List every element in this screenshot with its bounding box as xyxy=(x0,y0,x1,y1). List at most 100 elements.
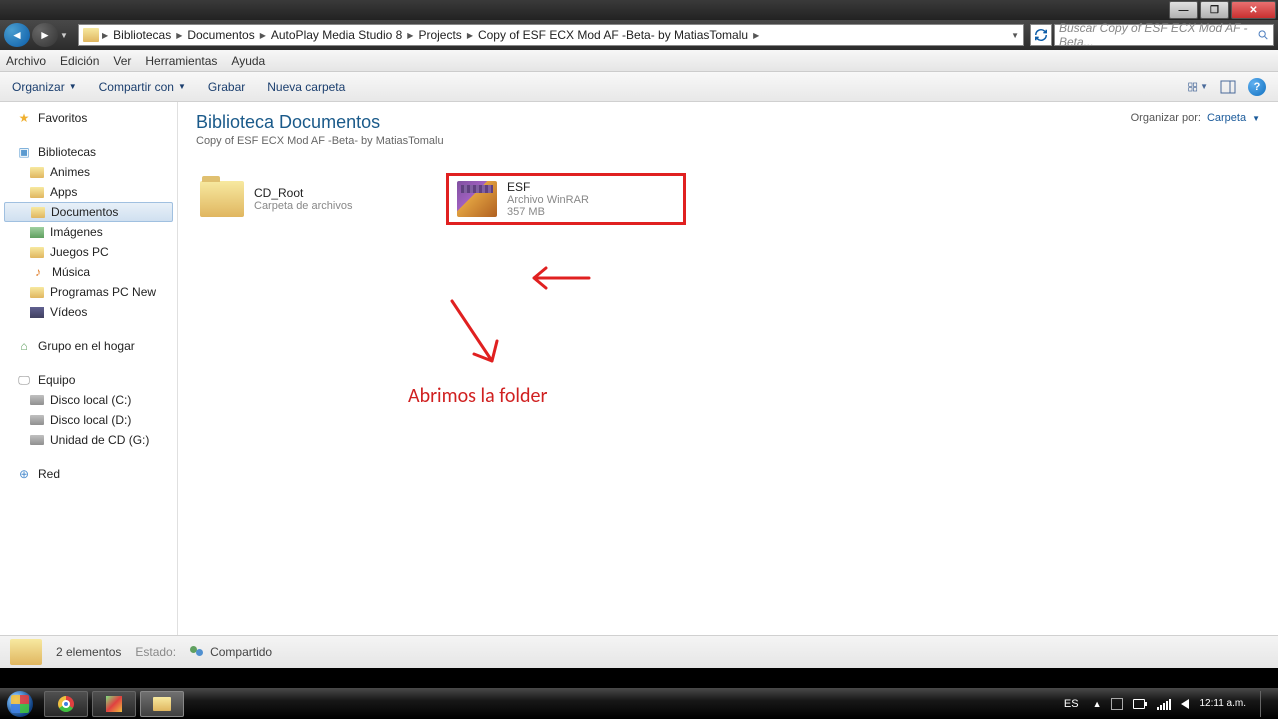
homegroup-icon: ⌂ xyxy=(16,338,32,354)
annotation-arrow-left xyxy=(524,258,594,298)
sidebar-item-programas[interactable]: Programas PC New xyxy=(0,282,177,302)
item-count: 2 elementos xyxy=(56,645,121,659)
breadcrumb[interactable]: Copy of ESF ECX Mod AF -Beta- by MatiasT… xyxy=(476,28,750,42)
new-folder-button[interactable]: Nueva carpeta xyxy=(267,80,345,94)
file-size: 357 MB xyxy=(507,206,589,218)
libraries-icon: ▣ xyxy=(16,144,32,160)
clock[interactable]: 12:11 a.m. xyxy=(1199,698,1246,709)
view-options-button[interactable]: ▼ xyxy=(1188,77,1208,97)
breadcrumb[interactable]: Bibliotecas xyxy=(111,28,173,42)
pictures-icon xyxy=(30,227,44,238)
sidebar-item-documentos[interactable]: Documentos xyxy=(4,202,173,222)
sidebar-homegroup[interactable]: ⌂Grupo en el hogar xyxy=(0,336,177,356)
wifi-icon[interactable] xyxy=(1157,698,1171,710)
address-bar[interactable]: ▶ Bibliotecas▶ Documentos▶ AutoPlay Medi… xyxy=(78,24,1024,46)
help-button[interactable]: ? xyxy=(1248,78,1266,96)
refresh-button[interactable] xyxy=(1030,24,1052,46)
sidebar-item-juegos[interactable]: Juegos PC xyxy=(0,242,177,262)
maximize-button[interactable]: ❐ xyxy=(1200,1,1229,19)
sidebar-favorites[interactable]: ★Favoritos xyxy=(0,108,177,128)
network-icon: ⊕ xyxy=(16,466,32,482)
computer-icon: 🖵 xyxy=(16,372,32,388)
taskbar-app[interactable] xyxy=(92,691,136,717)
folder-icon xyxy=(31,207,45,218)
state-value: Compartido xyxy=(190,645,272,659)
file-item-cdroot[interactable]: CD_Root Carpeta de archivos xyxy=(196,173,416,225)
sidebar-item-musica[interactable]: ♪Música xyxy=(0,262,177,282)
content-pane: Biblioteca Documentos Copy of ESF ECX Mo… xyxy=(178,102,1278,635)
folder-icon xyxy=(30,187,44,198)
file-type: Carpeta de archivos xyxy=(254,200,352,212)
sidebar-item-animes[interactable]: Animes xyxy=(0,162,177,182)
state-label: Estado: xyxy=(135,645,176,659)
folder-icon xyxy=(30,167,44,178)
breadcrumb[interactable]: AutoPlay Media Studio 8 xyxy=(269,28,404,42)
drive-icon xyxy=(30,415,44,425)
folder-icon xyxy=(30,287,44,298)
navigation-bar: ◄ ► ▼ ▶ Bibliotecas▶ Documentos▶ AutoPla… xyxy=(0,20,1278,50)
minimize-button[interactable]: — xyxy=(1169,1,1198,19)
sidebar-drive-g[interactable]: Unidad de CD (G:) xyxy=(0,430,177,450)
preview-pane-button[interactable] xyxy=(1218,77,1238,97)
explorer-icon xyxy=(153,697,171,711)
sidebar-drive-d[interactable]: Disco local (D:) xyxy=(0,410,177,430)
menu-bar: Archivo Edición Ver Herramientas Ayuda xyxy=(0,50,1278,72)
annotation-text: Abrimos la folder xyxy=(408,384,547,408)
library-title: Biblioteca Documentos xyxy=(196,112,444,133)
back-button[interactable]: ◄ xyxy=(4,23,30,47)
tray-expand[interactable]: ▲ xyxy=(1093,699,1102,709)
folder-icon xyxy=(83,28,99,42)
start-button[interactable] xyxy=(0,688,40,719)
sidebar-item-videos[interactable]: Vídeos xyxy=(0,302,177,322)
search-input[interactable]: Buscar Copy of ESF ECX Mod AF -Beta... xyxy=(1054,24,1274,46)
share-button[interactable]: Compartir con▼ xyxy=(99,80,186,94)
menu-edicion[interactable]: Edición xyxy=(60,54,99,68)
library-subtitle: Copy of ESF ECX Mod AF -Beta- by MatiasT… xyxy=(196,135,444,147)
drive-icon xyxy=(30,395,44,405)
music-icon: ♪ xyxy=(30,264,46,280)
power-icon[interactable] xyxy=(1133,699,1147,709)
address-dropdown[interactable]: ▼ xyxy=(1011,31,1019,40)
history-dropdown[interactable]: ▼ xyxy=(60,31,72,40)
video-icon xyxy=(30,307,44,318)
close-button[interactable]: ✕ xyxy=(1231,1,1276,19)
menu-herramientas[interactable]: Herramientas xyxy=(145,54,217,68)
menu-ver[interactable]: Ver xyxy=(113,54,131,68)
shared-icon xyxy=(190,646,206,658)
organize-button[interactable]: Organizar▼ xyxy=(12,80,77,94)
chrome-icon xyxy=(58,696,74,712)
sidebar-item-apps[interactable]: Apps xyxy=(0,182,177,202)
sidebar-computer[interactable]: 🖵Equipo xyxy=(0,370,177,390)
show-desktop-button[interactable] xyxy=(1260,691,1270,717)
breadcrumb[interactable]: Documentos xyxy=(185,28,256,42)
volume-icon[interactable] xyxy=(1181,699,1189,709)
sidebar-item-imagenes[interactable]: Imágenes xyxy=(0,222,177,242)
arrange-by[interactable]: Organizar por: Carpeta ▼ xyxy=(1131,112,1260,124)
window-titlebar: — ❐ ✕ xyxy=(0,0,1278,20)
forward-button[interactable]: ► xyxy=(32,23,58,47)
star-icon: ★ xyxy=(16,110,32,126)
taskbar: ES ▲ 12:11 a.m. xyxy=(0,688,1278,719)
app-icon xyxy=(106,696,122,712)
menu-ayuda[interactable]: Ayuda xyxy=(231,54,265,68)
sidebar-libraries[interactable]: ▣Bibliotecas xyxy=(0,142,177,162)
folder-icon xyxy=(30,247,44,258)
sidebar-drive-c[interactable]: Disco local (C:) xyxy=(0,390,177,410)
sidebar-network[interactable]: ⊕Red xyxy=(0,464,177,484)
menu-archivo[interactable]: Archivo xyxy=(6,54,46,68)
search-icon xyxy=(1257,28,1269,42)
burn-button[interactable]: Grabar xyxy=(208,80,245,94)
language-indicator[interactable]: ES xyxy=(1060,698,1083,710)
drive-icon xyxy=(30,435,44,445)
flag-icon[interactable] xyxy=(1111,698,1123,710)
file-item-esf[interactable]: ESF Archivo WinRAR 357 MB xyxy=(446,173,686,225)
file-type: Archivo WinRAR xyxy=(507,194,589,206)
file-name: ESF xyxy=(507,180,589,194)
taskbar-explorer[interactable] xyxy=(140,691,184,717)
main-area: ★Favoritos ▣Bibliotecas Animes Apps Docu… xyxy=(0,102,1278,635)
taskbar-chrome[interactable] xyxy=(44,691,88,717)
folder-icon xyxy=(10,639,42,665)
breadcrumb[interactable]: Projects xyxy=(416,28,463,42)
status-bar: 2 elementos Estado: Compartido xyxy=(0,635,1278,668)
winrar-icon xyxy=(457,181,497,217)
